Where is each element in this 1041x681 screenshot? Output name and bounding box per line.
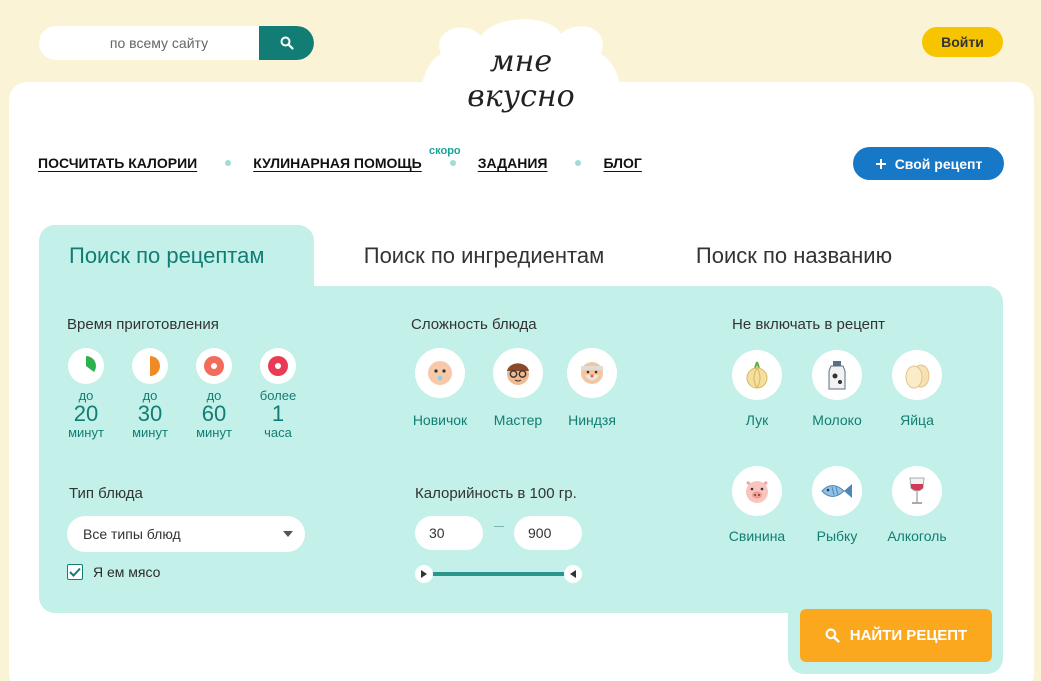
difficulty-master[interactable]: Мастер [486, 348, 550, 428]
difficulty-label: Новичок [412, 412, 468, 428]
exclude-label: Молоко [812, 412, 862, 428]
time-num: 30 [137, 401, 163, 426]
clock-half-icon [150, 356, 160, 376]
meat-label: Я ем мясо [93, 564, 161, 580]
time-option-20[interactable]: до 20 минут [63, 348, 109, 440]
site-search [39, 26, 314, 60]
svg-text:мне: мне [490, 44, 552, 79]
exclude-milk[interactable]: Молоко [802, 350, 872, 428]
wine-glass-icon [909, 477, 925, 504]
exclude-label: Рыбку [816, 528, 858, 544]
pig-icon [746, 480, 768, 503]
calories-max-input[interactable]: 900 [514, 516, 582, 550]
clock-quarter-icon [86, 356, 96, 372]
milk-icon [828, 361, 846, 390]
dish-type-value: Все типы блюд [83, 526, 181, 542]
onion-icon [746, 361, 768, 389]
exclude-label: Яйца [900, 412, 934, 428]
difficulty-ninja[interactable]: Ниндзя [560, 348, 624, 428]
clock-full-icon [204, 356, 224, 376]
exclude-fish[interactable]: Рыбку [802, 466, 872, 544]
glasses-man-icon [507, 363, 529, 385]
svg-text:вкусно: вкусно [467, 79, 574, 114]
nav-culinary-help[interactable]: КУЛИНАРНАЯ ПОМОЩЬ [253, 155, 422, 171]
nav-blog[interactable]: БЛОГ [603, 155, 641, 171]
calories-slider-min-handle[interactable] [415, 565, 433, 583]
time-option-30[interactable]: до 30 минут [127, 348, 173, 440]
add-recipe-button[interactable]: Свой рецепт [853, 147, 1004, 180]
exclude-label: Алкоголь [887, 528, 947, 544]
meat-checkbox[interactable] [67, 564, 83, 580]
main-nav: ПОСЧИТАТЬ КАЛОРИИ КУЛИНАРНАЯ ПОМОЩЬ скор… [38, 145, 642, 171]
arrow-left-icon [570, 570, 576, 578]
search-icon [280, 36, 294, 50]
time-unit: минут [68, 425, 104, 440]
filter-panel: Время приготовления до 20 минут до 30 ми… [39, 286, 1003, 613]
time-num: 60 [201, 401, 227, 426]
difficulty-label: Мастер [493, 412, 543, 428]
tab-ingredients[interactable]: Поиск по ингредиентам [314, 225, 654, 286]
tab-recipes[interactable]: Поиск по рецептам [39, 225, 314, 286]
baby-face-icon [428, 361, 452, 385]
add-recipe-label: Свой рецепт [894, 155, 983, 172]
range-dash [494, 526, 504, 527]
find-recipe-label: НАЙТИ РЕЦЕПТ [849, 627, 968, 644]
nav-calories[interactable]: ПОСЧИТАТЬ КАЛОРИИ [38, 155, 197, 171]
search-tabs: Поиск по рецептам Поиск по ингредиентам … [39, 225, 934, 286]
exclude-alcohol[interactable]: Алкоголь [882, 466, 952, 544]
soon-badge: скоро [429, 145, 461, 157]
eggs-icon [905, 364, 930, 389]
checkmark-icon [69, 567, 81, 577]
time-title: Время приготовления [67, 316, 219, 333]
exclude-onion[interactable]: Лук [722, 350, 792, 428]
logo[interactable]: мне вкусно [411, 14, 631, 134]
exclude-pork[interactable]: Свинина [722, 466, 792, 544]
nav-divider [225, 160, 232, 166]
difficulty-beginner[interactable]: Новичок [408, 348, 472, 428]
time-option-more-hour[interactable]: более 1 часа [255, 348, 301, 440]
time-num: 1 [271, 401, 285, 426]
dish-type-select[interactable]: Все типы блюд [67, 516, 305, 552]
exclude-eggs[interactable]: Яйца [882, 350, 952, 428]
time-num: 20 [73, 401, 99, 426]
difficulty-title: Сложность блюда [411, 316, 537, 333]
difficulty-label: Ниндзя [568, 412, 616, 428]
exclude-label: Лук [745, 412, 769, 428]
search-button[interactable] [259, 26, 314, 60]
chevron-down-icon [283, 531, 293, 537]
meat-checkbox-row[interactable]: Я ем мясо [67, 564, 160, 580]
calories-slider-max-handle[interactable] [564, 565, 582, 583]
nav-divider [449, 160, 456, 166]
calories-title: Калорийность в 100 гр. [415, 485, 577, 502]
dish-type-title: Тип блюда [69, 485, 143, 502]
search-input[interactable] [39, 26, 259, 60]
time-option-60[interactable]: до 60 минут [191, 348, 237, 440]
exclude-title: Не включать в рецепт [732, 316, 885, 333]
arrow-right-icon [421, 570, 427, 578]
exclude-label: Свинина [728, 528, 786, 544]
calories-slider-track[interactable] [424, 572, 574, 576]
tab-name[interactable]: Поиск по названию [654, 225, 934, 286]
find-recipe-button[interactable]: НАЙТИ РЕЦЕПТ [800, 609, 992, 662]
time-unit: минут [132, 425, 168, 440]
search-icon [825, 628, 840, 643]
time-unit: минут [196, 425, 232, 440]
nav-tasks[interactable]: ЗАДАНИЯ [478, 155, 548, 171]
time-unit: часа [264, 425, 292, 440]
clock-over-icon [268, 356, 288, 376]
login-button[interactable]: Войти [922, 27, 1003, 57]
old-master-icon [581, 362, 603, 384]
nav-divider [575, 160, 582, 166]
plus-icon [875, 158, 886, 169]
fish-icon [821, 484, 852, 498]
calories-min-input[interactable]: 30 [415, 516, 483, 550]
